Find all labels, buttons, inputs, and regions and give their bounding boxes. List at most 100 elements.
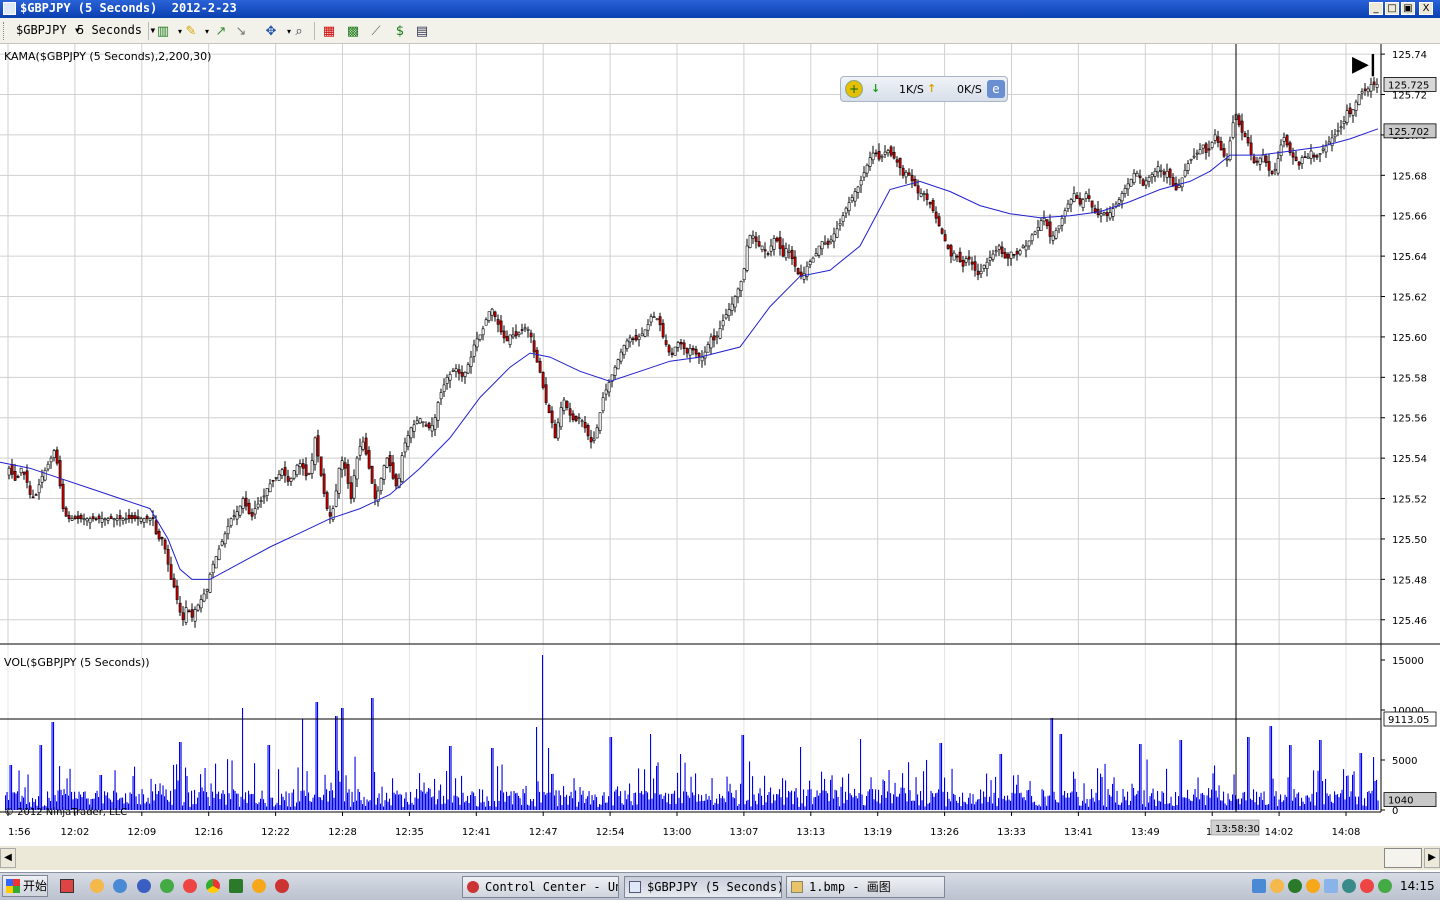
volume-bar: [222, 790, 224, 810]
volume-bar: [1035, 804, 1037, 810]
task-control-center[interactable]: Control Center - Un...: [462, 876, 619, 898]
tray-volume-icon[interactable]: [1342, 879, 1356, 893]
price-volume-chart[interactable]: 125.74125.72125.70125.68125.66125.64125.…: [0, 44, 1440, 846]
quicklaunch-ninjatrader-icon[interactable]: [275, 879, 289, 893]
volume-bar: [1175, 791, 1177, 810]
volume-bar: [338, 770, 340, 810]
volume-bar: [267, 745, 269, 810]
volume-bar: [162, 785, 164, 810]
tray-app3-icon[interactable]: [1378, 879, 1392, 893]
scroll-to-end-icon[interactable]: ▶|: [1352, 52, 1377, 77]
price-candle: [865, 164, 869, 174]
time-tick-label: 12:35: [395, 827, 424, 838]
price-candle: [1372, 81, 1376, 85]
tray-network-icon[interactable]: [1252, 879, 1266, 893]
price-candle: [1036, 227, 1040, 231]
chart-app-icon[interactable]: [3, 2, 16, 15]
scroll-right-button[interactable]: ▶: [1424, 848, 1440, 868]
tray-security-icon[interactable]: [1288, 879, 1302, 893]
time-tick-label: 1:56: [8, 827, 30, 838]
quicklaunch-app2-icon[interactable]: [183, 879, 197, 893]
line-chart-icon[interactable]: ⟋: [367, 22, 385, 40]
volume-bar: [477, 806, 479, 810]
quicklaunch-app-icon[interactable]: [160, 879, 174, 893]
quicklaunch-media-icon[interactable]: [137, 879, 151, 893]
strategies-icon[interactable]: ▦: [320, 22, 338, 40]
volume-bar: [891, 803, 893, 810]
price-candle: [202, 593, 206, 602]
scroll-thumb[interactable]: [1384, 848, 1422, 868]
quicklaunch-app3-icon[interactable]: [229, 879, 243, 893]
interval-selector[interactable]: 5 Seconds ▾: [77, 23, 156, 37]
tray-app-icon[interactable]: [1270, 879, 1284, 893]
indicators-icon[interactable]: ▩: [344, 22, 362, 40]
volume-bar: [348, 789, 350, 810]
quicklaunch-chrome-icon[interactable]: [206, 879, 220, 893]
tray-app2-icon[interactable]: [1360, 879, 1374, 893]
quicklaunch-browser-icon[interactable]: [90, 879, 104, 893]
volume-bar: [203, 791, 205, 810]
task-chart-window[interactable]: $GBPJPY (5 Seconds)...: [624, 876, 782, 898]
remove-drawing-icon[interactable]: ↘: [232, 22, 250, 40]
price-candle: [991, 253, 995, 260]
volume-bar: [1341, 789, 1343, 810]
tray-update-icon[interactable]: [1306, 879, 1320, 893]
dollar-icon[interactable]: $: [391, 22, 409, 40]
add-indicator-icon[interactable]: ↗: [212, 22, 230, 40]
volume-bar: [1250, 798, 1252, 810]
close-button[interactable]: X: [1419, 2, 1433, 15]
time-tick-label: 13:33: [997, 827, 1026, 838]
quicklaunch-ie-icon[interactable]: [113, 879, 127, 893]
maximize-icon[interactable]: ▣: [1401, 2, 1415, 15]
price-candle: [1186, 163, 1190, 171]
price-candle: [622, 345, 626, 356]
zoom-icon[interactable]: ⌕: [290, 22, 308, 40]
volume-bar: [1136, 794, 1138, 810]
volume-bar: [318, 797, 320, 810]
quicklaunch-desktop-icon[interactable]: [60, 879, 74, 893]
price-candle: [646, 324, 650, 331]
price-candle: [631, 338, 635, 340]
volume-bar: [342, 708, 344, 810]
volume-bar: [1226, 805, 1228, 810]
toolbar-grip[interactable]: [3, 22, 8, 40]
volume-bar: [935, 793, 937, 810]
volume-bar: [506, 791, 508, 810]
price-candle: [910, 175, 914, 182]
volume-bar: [1217, 797, 1219, 810]
instrument-selector[interactable]: $GBPJPY ▾: [16, 23, 81, 37]
data-rate-widget[interactable]: + ↓ 1K/S ↑ 0K/S e: [840, 76, 1008, 102]
chart-panel[interactable]: 125.74125.72125.70125.68125.66125.64125.…: [0, 44, 1440, 846]
volume-bar: [857, 798, 859, 810]
price-tick-label: 125.46: [1392, 616, 1427, 627]
volume-bar: [1245, 800, 1247, 810]
volume-bar: [780, 797, 782, 810]
properties-icon[interactable]: ▤: [413, 22, 431, 40]
price-candle: [970, 261, 974, 265]
price-candle: [859, 180, 863, 186]
price-candle: [31, 496, 35, 499]
restore-button[interactable]: □: [1385, 2, 1399, 15]
volume-bar: [719, 793, 721, 810]
horizontal-scrollbar[interactable]: ◀ ▶: [0, 846, 1440, 870]
start-button[interactable]: 开始: [2, 875, 48, 897]
bar-type-icon[interactable]: ▥: [154, 22, 172, 40]
price-candle: [901, 167, 905, 176]
quicklaunch-app4-icon[interactable]: [252, 879, 266, 893]
crosshair-icon[interactable]: ✥: [262, 22, 280, 40]
connection-status-icon[interactable]: +: [845, 80, 863, 98]
volume-bar: [1124, 796, 1126, 810]
minimize-button[interactable]: _: [1369, 2, 1383, 15]
browser-icon[interactable]: e: [987, 80, 1005, 98]
price-candle: [1075, 195, 1079, 199]
scroll-left-button[interactable]: ◀: [0, 848, 16, 868]
price-candle: [280, 469, 284, 476]
volume-bar: [1350, 791, 1352, 810]
volume-bar: [744, 804, 746, 810]
tray-display-icon[interactable]: [1324, 879, 1338, 893]
volume-bar: [161, 794, 163, 810]
instrument-label: $GBPJPY: [16, 23, 67, 37]
volume-bar: [191, 790, 193, 810]
task-paint[interactable]: 1.bmp - 画图: [786, 876, 945, 898]
window-title-bar[interactable]: $GBPJPY (5 Seconds) 2012-2-23 _ □ ▣ X: [0, 0, 1440, 18]
